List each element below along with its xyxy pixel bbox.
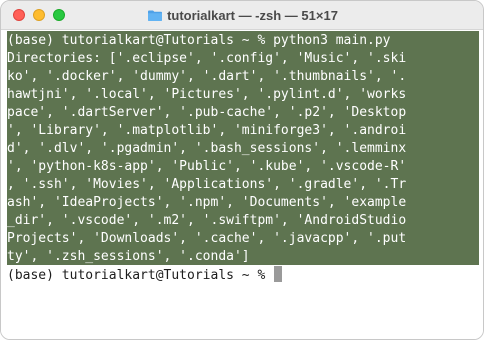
output-line: _dir', '.vscode', '.m2', '.swiftpm', 'An… — [7, 213, 407, 228]
output-line: ', 'python-k8s-app', 'Public', '.kube', … — [7, 159, 407, 174]
output-line: Projects', 'Downloads', '.cache', '.java… — [7, 231, 407, 246]
prompt-text: (base) tutorialkart@Tutorials ~ % — [7, 268, 274, 283]
output-line: hawtjni', '.local', 'Pictures', '.pylint… — [7, 87, 407, 102]
output-line: ash', 'IdeaProjects', '.npm', 'Documents… — [7, 195, 407, 210]
output-line: d', '.dlv', '.pgadmin', '.bash_sessions'… — [7, 141, 407, 156]
command-line: (base) tutorialkart@Tutorials ~ % python… — [7, 33, 391, 48]
window-title: tutorialkart — -zsh — 51×17 — [167, 7, 338, 23]
title-bar[interactable]: tutorialkart — -zsh — 51×17 — [1, 1, 483, 30]
output-line: ty', '.zsh_sessions', '.conda'] — [7, 249, 250, 264]
output-line: Directories: ['.eclipse', '.config', 'Mu… — [7, 51, 407, 66]
terminal-window: tutorialkart — -zsh — 51×17 (base) tutor… — [0, 0, 484, 340]
output-line: ', 'Library', '.matplotlib', 'miniforge3… — [7, 123, 407, 138]
text-cursor — [274, 266, 283, 282]
prompt-line[interactable]: (base) tutorialkart@Tutorials ~ % — [7, 266, 283, 284]
window-title-container: tutorialkart — -zsh — 51×17 — [1, 1, 483, 29]
output-line: pace', '.dartServer', '.pub-cache', '.p2… — [7, 105, 407, 120]
terminal-content[interactable]: (base) tutorialkart@Tutorials ~ % python… — [1, 30, 483, 339]
output-line: , '.ssh', 'Movies', 'Applications', '.gr… — [7, 177, 407, 192]
folder-icon — [148, 10, 163, 21]
output-line: ko', '.docker', 'dummy', '.dart', '.thum… — [7, 69, 407, 84]
